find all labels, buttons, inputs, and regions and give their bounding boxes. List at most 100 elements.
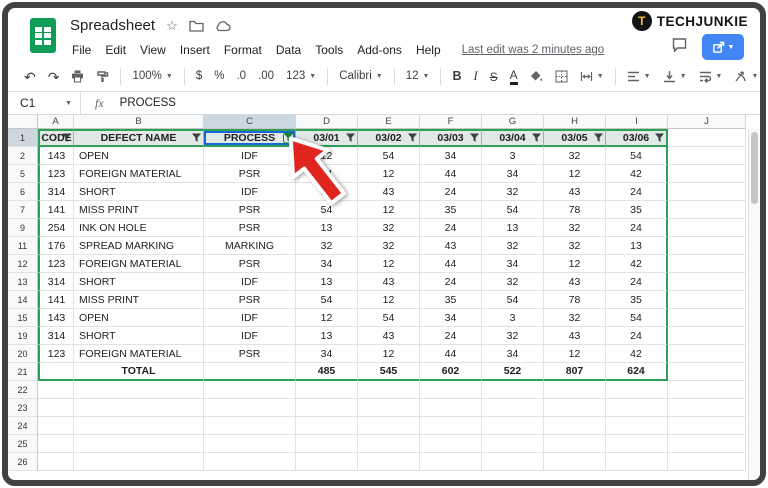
cell-E14[interactable]: 12 — [358, 291, 420, 309]
cell-J19[interactable] — [668, 327, 746, 345]
sheets-logo-icon[interactable] — [30, 18, 56, 53]
vertical-align-button[interactable]: ▼ — [659, 68, 691, 85]
move-folder-icon[interactable] — [189, 20, 204, 32]
cell-J7[interactable] — [668, 201, 746, 219]
cell-E12[interactable]: 12 — [358, 255, 420, 273]
cell-D14[interactable]: 54 — [296, 291, 358, 309]
merge-cells-button[interactable]: ▼ — [576, 68, 608, 85]
cell-D25[interactable] — [296, 435, 358, 453]
cell-C21[interactable] — [204, 363, 296, 381]
cell-B26[interactable] — [74, 453, 204, 471]
bold-button[interactable]: B — [448, 68, 465, 85]
cell-E20[interactable]: 12 — [358, 345, 420, 363]
cell-C22[interactable] — [204, 381, 296, 399]
cell-C9[interactable]: PSR — [204, 219, 296, 237]
cell-G11[interactable]: 32 — [482, 237, 544, 255]
cell-B20[interactable]: FOREIGN MATERIAL — [74, 345, 204, 363]
cell-H2[interactable]: 32 — [544, 147, 606, 165]
cell-F9[interactable]: 24 — [420, 219, 482, 237]
cell-B9[interactable]: INK ON HOLE — [74, 219, 204, 237]
cell-I2[interactable]: 54 — [606, 147, 668, 165]
row-header-21[interactable]: 21 — [8, 363, 38, 381]
number-format-button[interactable]: 123 ▼ — [282, 69, 320, 85]
column-header-C[interactable]: C — [204, 115, 296, 129]
cell-F1[interactable]: 03/03 — [420, 129, 482, 147]
column-header-B[interactable]: B — [74, 115, 204, 129]
cell-C26[interactable] — [204, 453, 296, 471]
cell-F6[interactable]: 24 — [420, 183, 482, 201]
menu-data[interactable]: Data — [269, 41, 308, 59]
cell-G2[interactable]: 3 — [482, 147, 544, 165]
row-header-26[interactable]: 26 — [8, 453, 38, 471]
cell-H19[interactable]: 43 — [544, 327, 606, 345]
italic-button[interactable]: I — [469, 68, 481, 85]
cell-F13[interactable]: 24 — [420, 273, 482, 291]
cell-A20[interactable]: 123 — [38, 345, 74, 363]
cell-B15[interactable]: OPEN — [74, 309, 204, 327]
cell-E23[interactable] — [358, 399, 420, 417]
font-select[interactable]: Calibri ▼ — [335, 69, 387, 85]
cell-B6[interactable]: SHORT — [74, 183, 204, 201]
comment-icon[interactable] — [671, 37, 688, 53]
cell-A7[interactable]: 141 — [38, 201, 74, 219]
column-header-A[interactable]: A — [38, 115, 74, 129]
cell-E1[interactable]: 03/02 — [358, 129, 420, 147]
cell-H9[interactable]: 32 — [544, 219, 606, 237]
cell-J2[interactable] — [668, 147, 746, 165]
cell-J11[interactable] — [668, 237, 746, 255]
cell-B24[interactable] — [74, 417, 204, 435]
cell-H1[interactable]: 03/05 — [544, 129, 606, 147]
cell-J5[interactable] — [668, 165, 746, 183]
cell-J24[interactable] — [668, 417, 746, 435]
cell-A19[interactable]: 314 — [38, 327, 74, 345]
cell-H26[interactable] — [544, 453, 606, 471]
cell-A6[interactable]: 314 — [38, 183, 74, 201]
cell-C24[interactable] — [204, 417, 296, 435]
cell-I11[interactable]: 13 — [606, 237, 668, 255]
cell-A2[interactable]: 143 — [38, 147, 74, 165]
column-header-E[interactable]: E — [358, 115, 420, 129]
cell-G7[interactable]: 54 — [482, 201, 544, 219]
redo-icon[interactable]: ↷ — [44, 68, 64, 86]
formula-input[interactable]: PROCESS — [120, 97, 176, 109]
cell-J22[interactable] — [668, 381, 746, 399]
zoom-select[interactable]: 100% ▼ — [128, 69, 176, 85]
cell-J21[interactable] — [668, 363, 746, 381]
format-currency-button[interactable]: $ — [192, 69, 206, 85]
cell-I19[interactable]: 24 — [606, 327, 668, 345]
last-edit-link[interactable]: Last edit was 2 minutes ago — [462, 44, 605, 56]
cell-H24[interactable] — [544, 417, 606, 435]
cell-I12[interactable]: 42 — [606, 255, 668, 273]
row-header-24[interactable]: 24 — [8, 417, 38, 435]
cell-A23[interactable] — [38, 399, 74, 417]
cell-F11[interactable]: 43 — [420, 237, 482, 255]
cell-E26[interactable] — [358, 453, 420, 471]
cell-I22[interactable] — [606, 381, 668, 399]
cell-I6[interactable]: 24 — [606, 183, 668, 201]
row-header-5[interactable]: 5 — [8, 165, 38, 183]
format-percent-button[interactable]: % — [210, 69, 228, 85]
doc-title[interactable]: Spreadsheet — [70, 17, 155, 34]
cell-C19[interactable]: IDF — [204, 327, 296, 345]
cell-B13[interactable]: SHORT — [74, 273, 204, 291]
strikethrough-button[interactable]: S — [486, 69, 502, 85]
cell-E11[interactable]: 32 — [358, 237, 420, 255]
cell-D26[interactable] — [296, 453, 358, 471]
cell-E2[interactable]: 54 — [358, 147, 420, 165]
cell-D23[interactable] — [296, 399, 358, 417]
vertical-scrollbar[interactable] — [748, 129, 760, 480]
text-rotation-button[interactable]: ▼ — [730, 68, 760, 85]
cell-F12[interactable]: 44 — [420, 255, 482, 273]
select-all-corner[interactable] — [8, 115, 38, 129]
cell-C12[interactable]: PSR — [204, 255, 296, 273]
cell-I20[interactable]: 42 — [606, 345, 668, 363]
star-icon[interactable]: ☆ — [166, 18, 178, 34]
cell-F7[interactable]: 35 — [420, 201, 482, 219]
cell-J9[interactable] — [668, 219, 746, 237]
cell-H21[interactable]: 807 — [544, 363, 606, 381]
cell-E13[interactable]: 43 — [358, 273, 420, 291]
filter-icon-0302[interactable] — [408, 133, 417, 143]
cell-J1[interactable] — [668, 129, 746, 147]
cell-D19[interactable]: 13 — [296, 327, 358, 345]
cell-B22[interactable] — [74, 381, 204, 399]
